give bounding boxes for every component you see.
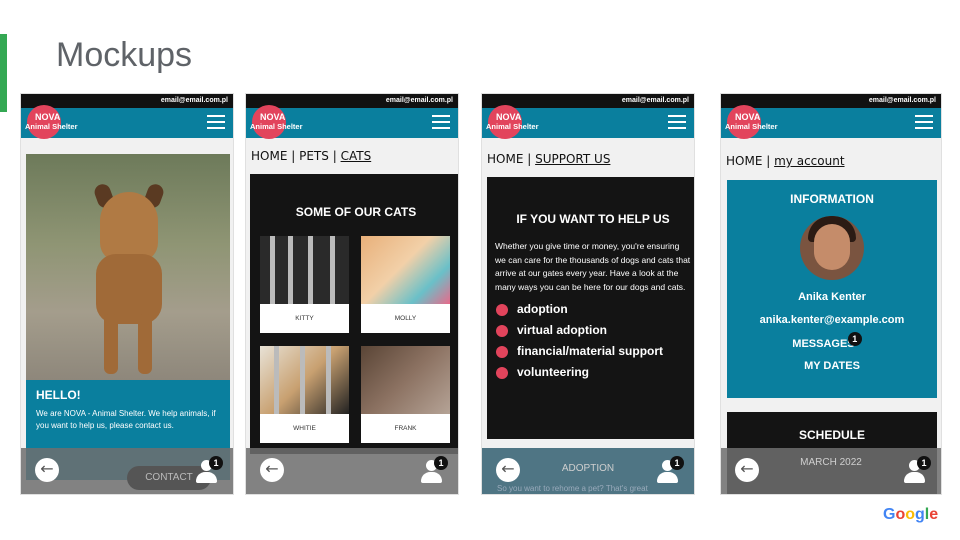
bullet-dot-icon: [496, 346, 508, 358]
cat-photo: [260, 236, 349, 304]
back-arrow-icon[interactable]: ←: [35, 458, 59, 482]
user-name: Anika Kenter: [798, 291, 866, 303]
breadcrumb: HOME | PETS | CATS: [251, 149, 371, 163]
google-logo-letter: e: [929, 506, 939, 523]
user-icon[interactable]: 1: [901, 456, 931, 484]
cat-photo: [361, 236, 450, 304]
crumb-separator: |: [291, 149, 296, 163]
user-icon[interactable]: 1: [193, 456, 223, 484]
bottom-bar: ← CONTACT 1: [21, 448, 233, 494]
google-logo-letter: o: [905, 506, 916, 523]
app-header: NOVA Animal Shelter: [246, 105, 458, 139]
crumb-separator: |: [332, 149, 337, 163]
app-header: NOVA Animal Shelter: [482, 105, 694, 139]
cat-card[interactable]: WHITIE: [260, 346, 349, 443]
help-item-financial-support[interactable]: financial/material support: [487, 344, 694, 365]
app-header: NOVA Animal Shelter: [721, 105, 941, 139]
user-icon[interactable]: 1: [654, 456, 684, 484]
notification-badge: 1: [917, 456, 931, 470]
accent-bar: [0, 34, 7, 112]
notification-badge: 1: [670, 456, 684, 470]
cat-photo: [361, 346, 450, 414]
information-panel: INFORMATION Anika Kenter anika.kenter@ex…: [727, 180, 937, 398]
messages-badge: 1: [847, 332, 862, 346]
help-panel-title: IF YOU WANT TO HELP US: [516, 212, 670, 226]
crumb-home[interactable]: HOME: [726, 154, 762, 168]
cat-card[interactable]: KITTY: [260, 236, 349, 333]
logo-subtitle: Animal Shelter: [25, 122, 78, 131]
information-title: INFORMATION: [790, 192, 874, 206]
crumb-separator: |: [527, 152, 532, 166]
crumb-support[interactable]: SUPPORT US: [535, 152, 610, 166]
help-item-virtual-adoption[interactable]: virtual adoption: [487, 323, 694, 344]
slide-title: Mockups: [56, 36, 193, 74]
hamburger-menu-icon[interactable]: [207, 115, 225, 131]
crumb-home[interactable]: HOME: [251, 149, 287, 163]
hello-title: HELLO!: [36, 388, 81, 402]
logo-nova: NOVA: [260, 112, 286, 122]
mockup-account: email@email.com.pl NOVA Animal Shelter H…: [720, 93, 942, 495]
cats-panel: SOME OF OUR CATS KITTY MOLLY WHITIE FRAN…: [250, 174, 458, 454]
cat-name: KITTY: [295, 315, 314, 322]
bullet-dot-icon: [496, 367, 508, 379]
crumb-separator: |: [766, 154, 771, 168]
logo-nova: NOVA: [496, 112, 522, 122]
mockup-home: email@email.com.pl NOVA Animal Shelter H…: [20, 93, 234, 495]
user-email: anika.kenter@example.com: [759, 314, 905, 326]
email-strip[interactable]: email@email.com.pl: [246, 94, 458, 108]
hello-text: We are NOVA - Animal Shelter. We help an…: [36, 409, 216, 430]
logo-subtitle: Animal Shelter: [725, 122, 778, 131]
crumb-home[interactable]: HOME: [487, 152, 523, 166]
hamburger-menu-icon[interactable]: [668, 115, 686, 131]
crumb-pets[interactable]: PETS: [299, 149, 329, 163]
hamburger-menu-icon[interactable]: [432, 115, 450, 131]
help-item-volunteering[interactable]: volunteering: [487, 365, 694, 386]
email-strip[interactable]: email@email.com.pl: [21, 94, 233, 108]
google-logo-letter: G: [883, 506, 896, 523]
bottom-bar: ← MARCH 2022 1: [721, 448, 941, 494]
logo-subtitle: Animal Shelter: [486, 122, 539, 131]
cat-card[interactable]: MOLLY: [361, 236, 450, 333]
avatar: [800, 216, 864, 280]
google-logo-letter: o: [895, 506, 906, 523]
notification-badge: 1: [209, 456, 223, 470]
user-icon[interactable]: 1: [418, 456, 448, 484]
adoption-teaser: So you want to rehome a pet? That's grea…: [497, 484, 648, 493]
cats-panel-title: SOME OF OUR CATS: [295, 205, 417, 219]
cat-name: MOLLY: [394, 315, 417, 322]
dog-photo: [26, 154, 230, 380]
bullet-dot-icon: [496, 325, 508, 337]
crumb-account[interactable]: my account: [774, 154, 844, 168]
schedule-title: SCHEDULE: [798, 428, 865, 442]
bullet-dot-icon: [496, 304, 508, 316]
help-panel: IF YOU WANT TO HELP US Whether you give …: [487, 177, 694, 439]
breadcrumb: HOME | SUPPORT US: [487, 152, 610, 166]
cat-photo: [260, 346, 349, 414]
bottom-bar: ← 1: [246, 448, 458, 494]
email-strip[interactable]: email@email.com.pl: [482, 94, 694, 108]
mockup-cats: email@email.com.pl NOVA Animal Shelter H…: [245, 93, 459, 495]
app-header: NOVA Animal Shelter: [21, 105, 233, 139]
breadcrumb: HOME | my account: [726, 154, 845, 168]
logo-subtitle: Animal Shelter: [250, 122, 303, 131]
bottom-bar: ← ADOPTION So you want to rehome a pet? …: [482, 448, 694, 494]
hamburger-menu-icon[interactable]: [915, 115, 933, 131]
google-logo: Google: [883, 506, 938, 524]
logo-nova: NOVA: [735, 112, 761, 122]
messages-link[interactable]: MESSAGES 1: [727, 332, 937, 351]
my-dates-link[interactable]: MY DATES: [727, 360, 937, 372]
crumb-cats[interactable]: CATS: [341, 149, 372, 163]
help-item-adoption[interactable]: adoption: [487, 302, 694, 323]
cat-name: FRANK: [394, 425, 417, 432]
notification-badge: 1: [434, 456, 448, 470]
cat-name: WHITIE: [293, 425, 316, 432]
back-arrow-icon[interactable]: ←: [260, 458, 284, 482]
email-strip[interactable]: email@email.com.pl: [721, 94, 941, 108]
slide: Mockups email@email.com.pl NOVA Animal S…: [0, 0, 960, 540]
help-paragraph: Whether you give time or money, you're e…: [495, 241, 691, 292]
logo-nova: NOVA: [35, 112, 61, 122]
mockup-support: email@email.com.pl NOVA Animal Shelter H…: [481, 93, 695, 495]
google-logo-letter: g: [915, 506, 925, 523]
cat-card[interactable]: FRANK: [361, 346, 450, 443]
